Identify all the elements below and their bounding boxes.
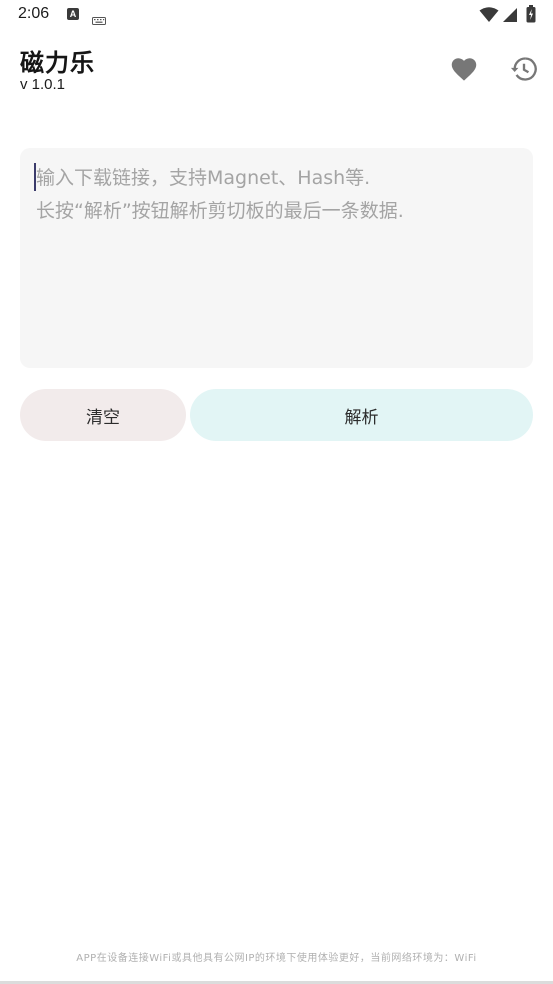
parse-button[interactable]: 解析 (190, 389, 533, 441)
signal-icon (502, 7, 518, 27)
wifi-icon (479, 7, 499, 27)
link-input[interactable] (36, 162, 517, 354)
status-time: 2:06 (18, 5, 50, 22)
clear-button[interactable]: 清空 (20, 389, 186, 441)
app-version: v 1.0.1 (20, 76, 66, 93)
app-screen: 2:06 A 磁力乐 v 1.0.1 输入下载链接，支持Magnet、Hash等… (0, 0, 553, 984)
battery-icon (526, 5, 536, 27)
text-cursor (34, 163, 36, 191)
status-bar: 2:06 A (0, 0, 553, 30)
keyboard-icon (92, 10, 106, 29)
heart-icon (451, 58, 477, 81)
network-status-note: APP在设备连接WiFi或具他具有公网IP的环境下使用体验更好，当前网络环境为：… (76, 953, 477, 964)
history-button[interactable] (506, 52, 542, 86)
app-title: 磁力乐 (20, 49, 95, 77)
link-input-box[interactable] (20, 148, 533, 368)
favorite-button[interactable] (446, 52, 482, 86)
notification-a-icon: A (67, 8, 79, 20)
history-icon (510, 57, 537, 81)
